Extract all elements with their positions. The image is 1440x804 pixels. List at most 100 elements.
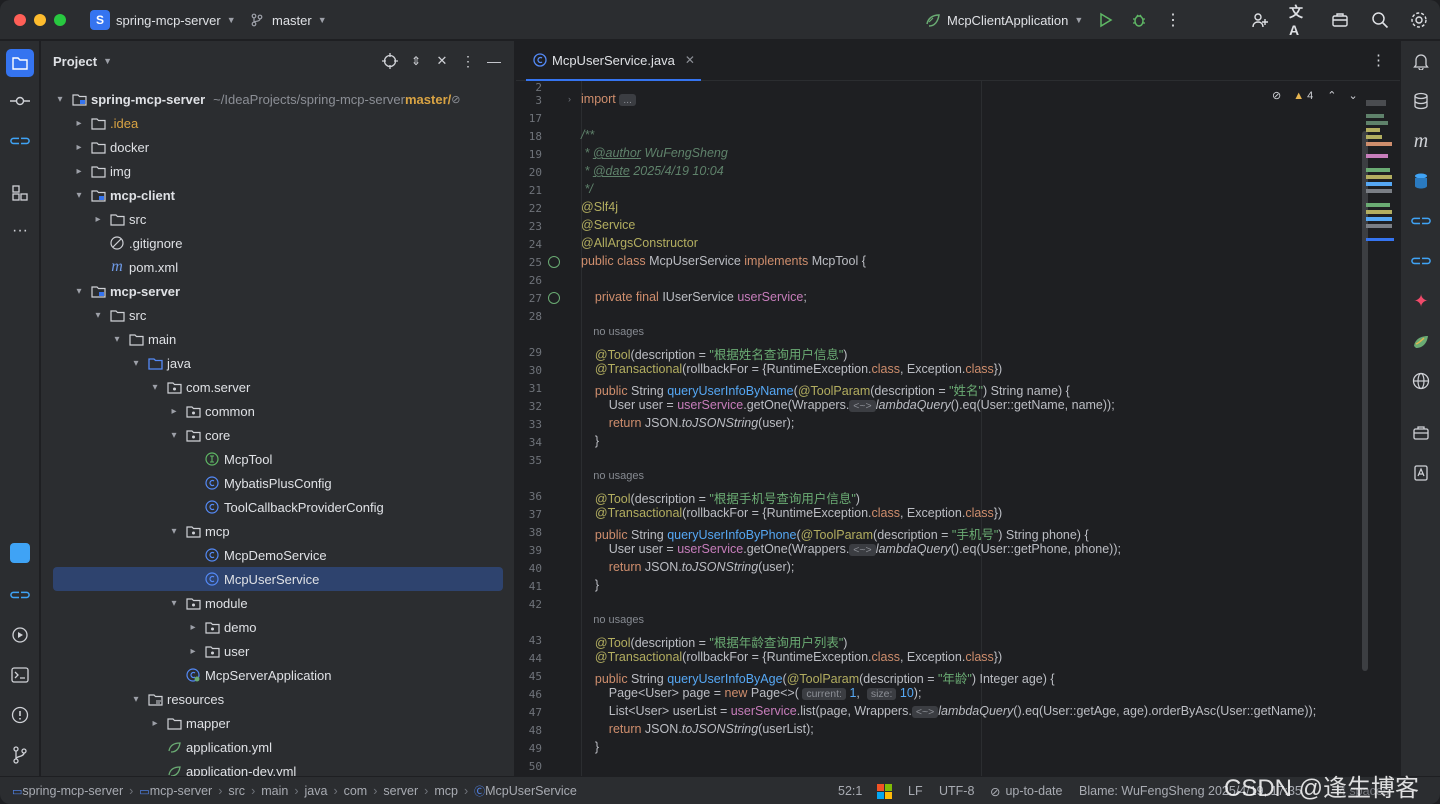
tree-item-mybatis-plus-config[interactable]: MybatisPlusConfig xyxy=(53,471,503,495)
chevron-right-icon[interactable]: ▸ xyxy=(72,166,86,177)
chevron-right-icon[interactable]: ▸ xyxy=(186,622,200,633)
chevron-down-icon[interactable]: ▾ xyxy=(53,94,67,105)
chevron-down-icon[interactable]: ▾ xyxy=(148,382,162,393)
breadcrumb-item[interactable]: mcp-server xyxy=(150,784,213,798)
problems-icon[interactable] xyxy=(8,703,32,727)
tree-item-demo[interactable]: ▸ demo xyxy=(53,615,503,639)
tree-item-img[interactable]: ▸ img xyxy=(53,159,503,183)
run-config-selector[interactable]: McpClientApplication ▼ xyxy=(925,0,1083,40)
plugin-2-icon[interactable]: ⊂⊃ xyxy=(8,583,32,607)
tree-item-application-dev-yml[interactable]: application-dev.yml xyxy=(53,759,503,776)
close-window-button[interactable] xyxy=(14,14,26,26)
git-icon[interactable] xyxy=(8,743,32,767)
tree-item-mcp-package[interactable]: ▾ mcp xyxy=(53,519,503,543)
ai-plugin-icon[interactable]: ✦ xyxy=(1409,289,1433,313)
chevron-down-icon[interactable]: ▾ xyxy=(72,190,86,201)
more-actions-icon[interactable]: ⋮ xyxy=(1163,10,1183,30)
tree-item-dot-idea[interactable]: ▸ .idea xyxy=(53,111,503,135)
zoom-window-button[interactable] xyxy=(54,14,66,26)
tree-item-tool-callback-provider-config[interactable]: ToolCallbackProviderConfig xyxy=(53,495,503,519)
chevron-right-icon[interactable]: ▸ xyxy=(72,142,86,153)
folded-imports[interactable]: ... xyxy=(619,94,636,106)
chevron-down-icon[interactable]: ▾ xyxy=(167,526,181,537)
locate-icon[interactable] xyxy=(382,53,398,69)
tree-item-mcp-user-service[interactable]: McpUserService xyxy=(53,567,503,591)
breadcrumb-item[interactable]: src xyxy=(228,784,245,798)
chevron-down-icon[interactable]: ▾ xyxy=(167,598,181,609)
breadcrumb-item[interactable]: McpUserService xyxy=(485,784,577,798)
branch-switcher[interactable]: master ▼ xyxy=(250,0,327,40)
services-icon[interactable] xyxy=(8,623,32,647)
plugin-4-icon[interactable]: ⊂⊃ xyxy=(1409,249,1433,273)
debug-icon[interactable] xyxy=(1129,10,1149,30)
tree-item-application-yml[interactable]: application.yml xyxy=(53,735,503,759)
options-icon[interactable]: ⋮ xyxy=(460,53,476,69)
database-icon[interactable] xyxy=(1409,89,1433,113)
breadcrumb-item[interactable]: mcp xyxy=(434,784,458,798)
plugin-icon[interactable]: ⊂⊃ xyxy=(8,129,32,153)
spring-icon[interactable] xyxy=(1409,329,1433,353)
breadcrumb-item[interactable]: spring-mcp-server xyxy=(22,784,123,798)
tree-item-root[interactable]: ▾ spring-mcp-server ~/IdeaProjects/spring-… xyxy=(53,87,503,111)
chevron-right-icon[interactable]: ▸ xyxy=(91,214,105,225)
tree-item-mcp-client[interactable]: ▾ mcp-client xyxy=(53,183,503,207)
toolbox-icon[interactable] xyxy=(1330,10,1350,30)
tree-item-mapper[interactable]: ▸ mapper xyxy=(53,711,503,735)
minimize-window-button[interactable] xyxy=(34,14,46,26)
tree-item-core[interactable]: ▾ core xyxy=(53,423,503,447)
chevron-right-icon[interactable]: ▸ xyxy=(148,718,162,729)
structure-icon[interactable] xyxy=(8,181,32,205)
spring-inject-gutter-icon[interactable] xyxy=(548,292,560,304)
tree-item-mcp-tool[interactable]: McpTool xyxy=(53,447,503,471)
tree-item-common[interactable]: ▸ common xyxy=(53,399,503,423)
tree-item-gitignore[interactable]: .gitignore xyxy=(53,231,503,255)
tree-item-mcp-demo-service[interactable]: McpDemoService xyxy=(53,543,503,567)
vcs-status[interactable]: ⊘ up-to-date xyxy=(990,777,1062,804)
line-separator[interactable]: LF xyxy=(908,777,923,804)
plugin-3-icon[interactable]: ⊂⊃ xyxy=(1409,209,1433,233)
ai-assistant-icon[interactable] xyxy=(10,543,30,563)
breadcrumb-item[interactable]: server xyxy=(383,784,418,798)
collapse-all-icon[interactable]: ✕ xyxy=(434,53,450,69)
settings-icon[interactable] xyxy=(1409,10,1429,30)
chevron-right-icon[interactable]: ▸ xyxy=(72,118,86,129)
commit-icon[interactable] xyxy=(8,89,32,113)
chevron-down-icon[interactable]: ▾ xyxy=(91,310,105,321)
chevron-down-icon[interactable]: ▾ xyxy=(72,286,86,297)
tree-item-user[interactable]: ▸ user xyxy=(53,639,503,663)
tree-item-java[interactable]: ▾ java xyxy=(53,351,503,375)
project-switcher[interactable]: S spring-mcp-server ▼ xyxy=(90,0,236,40)
terminal-icon[interactable] xyxy=(8,663,32,687)
tree-item-docker[interactable]: ▸ docker xyxy=(53,135,503,159)
translate-icon[interactable]: 文A xyxy=(1289,4,1309,38)
breadcrumb-item[interactable]: main xyxy=(261,784,288,798)
editor-more-icon[interactable]: ⋮ xyxy=(1371,51,1386,69)
translation-file-icon[interactable] xyxy=(1409,461,1433,485)
tab-mcp-user-service[interactable]: McpUserService.java ✕ xyxy=(526,41,701,81)
chevron-down-icon[interactable]: ▾ xyxy=(129,694,143,705)
tree-item-mcp-server-application[interactable]: McpServerApplication xyxy=(53,663,503,687)
chevron-right-icon[interactable]: ▸ xyxy=(167,406,181,417)
chevron-down-icon[interactable]: ▾ xyxy=(110,334,124,345)
breadcrumb-item[interactable]: com xyxy=(344,784,368,798)
chevron-right-icon[interactable]: ▸ xyxy=(186,646,200,657)
fold-icon[interactable]: › xyxy=(568,94,571,104)
code-view[interactable]: import ... /** * @author WuFengSheng * @… xyxy=(581,81,1381,776)
close-tab-icon[interactable]: ✕ xyxy=(685,53,695,67)
project-tool-icon[interactable] xyxy=(6,49,34,77)
more-tools-icon[interactable]: ··· xyxy=(8,219,32,243)
db-tool-icon[interactable] xyxy=(1409,169,1433,193)
caret-position[interactable]: 52:1 xyxy=(838,777,862,804)
file-encoding[interactable]: UTF-8 xyxy=(939,777,974,804)
tree-item-com-server[interactable]: ▾ com.server xyxy=(53,375,503,399)
breadcrumb-item[interactable]: java xyxy=(305,784,328,798)
tree-item-mcp-server[interactable]: ▾ mcp-server xyxy=(53,279,503,303)
hide-panel-icon[interactable]: — xyxy=(486,53,502,69)
maven-icon[interactable]: m xyxy=(1409,129,1433,153)
add-user-icon[interactable] xyxy=(1250,10,1270,30)
tree-item-module[interactable]: ▾ module xyxy=(53,591,503,615)
chevron-down-icon[interactable]: ▾ xyxy=(129,358,143,369)
expand-all-icon[interactable]: ⇕ xyxy=(408,53,424,69)
tree-item-main[interactable]: ▾ main xyxy=(53,327,503,351)
tree-item-client-src[interactable]: ▸ src xyxy=(53,207,503,231)
